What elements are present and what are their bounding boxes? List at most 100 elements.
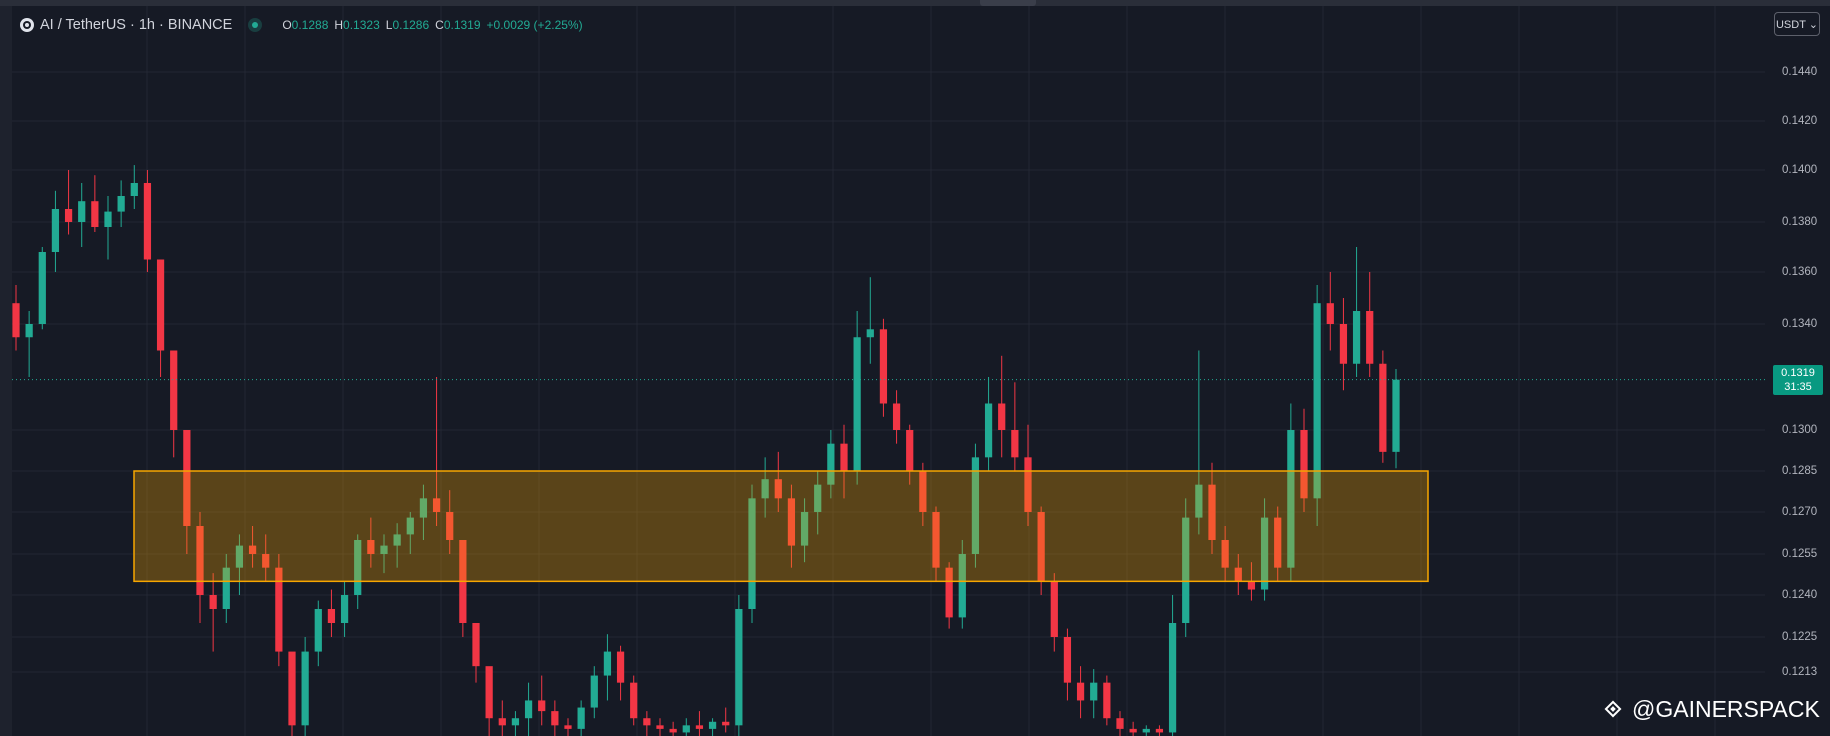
candle-body [998, 403, 1006, 430]
candle-body [327, 609, 336, 623]
last-price-label: 0.1319 31:35 [1773, 364, 1823, 395]
candle-body [1103, 682, 1111, 719]
candle-body [288, 651, 296, 726]
change-value: +0.0029 (+2.25%) [486, 18, 583, 32]
bar-countdown: 31:35 [1784, 380, 1812, 393]
candle-body [498, 718, 506, 726]
price-tick-label: 0.1340 [1782, 318, 1818, 330]
candle-body [51, 209, 60, 252]
candle-body [708, 721, 717, 729]
watermark-text: GAINERSPACK [1655, 695, 1820, 722]
candle-body [1129, 728, 1137, 733]
candle-body [603, 651, 612, 676]
price-tick-label: 0.1440 [1782, 66, 1818, 78]
last-price-value: 0.1319 [1781, 366, 1815, 379]
price-tick-label: 0.1400 [1782, 164, 1818, 176]
candle-body [91, 201, 99, 227]
price-tick-label: 0.1285 [1782, 465, 1818, 477]
candle-body [695, 725, 704, 729]
price-tick-label: 0.1213 [1782, 666, 1818, 678]
legend-header: AI / TetherUS · 1h · BINANCE O 0.1288 H 0.… [20, 14, 583, 36]
price-tick-label: 0.1225 [1782, 631, 1818, 643]
candle-body [906, 430, 914, 471]
candle-body [1050, 581, 1058, 637]
price-tick-label: 0.1300 [1782, 424, 1818, 436]
candle-body [38, 252, 46, 324]
market-status-icon[interactable] [248, 18, 263, 32]
candle-body [1168, 623, 1177, 733]
open-label: O [282, 18, 292, 32]
candle-body [735, 609, 743, 726]
candle-body [1090, 682, 1098, 701]
candle-body [590, 675, 598, 708]
candle-body [524, 700, 533, 719]
candle-body [1155, 728, 1164, 733]
low-label: L [385, 18, 393, 32]
symbol-logo-icon [20, 18, 34, 32]
price-tick-label: 0.1380 [1782, 216, 1818, 228]
candle-body [104, 211, 112, 227]
candle-body [722, 721, 730, 726]
candle-body [511, 718, 520, 726]
candle-body [1313, 303, 1321, 499]
candle-body [130, 183, 138, 196]
plot-background [12, 6, 1765, 736]
open-value: 0.1288 [291, 18, 329, 32]
candle-body [1352, 311, 1361, 364]
candle-body [1247, 581, 1256, 590]
candle-body [1063, 637, 1072, 683]
top-toolbar-strip [0, 0, 1830, 6]
watermark-at: @ [1632, 695, 1656, 722]
symbol-title[interactable]: AI / TetherUS · 1h · BINANCE [40, 17, 232, 33]
candle-body [25, 324, 33, 338]
candle-body [669, 728, 677, 733]
price-tick-label: 0.1420 [1782, 115, 1818, 127]
candle-body [892, 403, 901, 430]
resize-handle[interactable] [980, 0, 1036, 6]
candle-body [853, 337, 861, 471]
high-label: H [334, 18, 344, 32]
support-resistance-zone [133, 470, 1429, 583]
candle-body [1339, 324, 1348, 364]
candle-body [156, 259, 165, 351]
candle-body [866, 329, 874, 338]
candle-body [630, 682, 638, 719]
chart-window: AI / TetherUS · 1h · BINANCE O 0.1288 H 0.… [0, 0, 1830, 736]
candle-body [340, 595, 349, 623]
candle-body [12, 303, 20, 338]
price-tick-label: 0.1360 [1782, 266, 1818, 278]
candle-body [1379, 363, 1387, 452]
candle-body [117, 196, 125, 212]
candle-body [879, 329, 888, 404]
candle-body [485, 666, 493, 719]
price-tick-label: 0.1240 [1782, 589, 1818, 601]
left-edge-panel [0, 6, 12, 736]
candle-body [551, 711, 559, 726]
candle-body [564, 725, 572, 729]
high-value: 0.1323 [343, 18, 380, 32]
candle-body [1116, 718, 1124, 729]
candle-body [64, 209, 73, 222]
ohlc-values: O 0.1288 H 0.1323 L 0.1286 C 0.1319 +0.0029 … [282, 18, 582, 32]
candle-body [170, 350, 178, 430]
candle-body [682, 725, 690, 733]
candle-body [577, 707, 585, 729]
candle-body [1142, 728, 1150, 733]
candle-body [143, 183, 152, 260]
candle-body [1326, 303, 1334, 324]
close-label: C [435, 18, 444, 32]
candle-body [643, 718, 651, 726]
candle-body [656, 725, 664, 729]
binance-logo-icon [1604, 700, 1622, 718]
candle-body [1076, 682, 1085, 701]
candle-body [616, 651, 625, 683]
candle-body [301, 651, 309, 726]
price-chart[interactable] [0, 0, 1830, 736]
price-tick-label: 0.1270 [1782, 506, 1818, 518]
price-tick-label: 0.1255 [1782, 548, 1818, 560]
candle-body [209, 595, 217, 609]
candle-body [840, 443, 848, 471]
candle-body [78, 201, 86, 222]
low-value: 0.1286 [392, 18, 430, 32]
watermark: @ GAINERSPACK [1600, 694, 1820, 724]
